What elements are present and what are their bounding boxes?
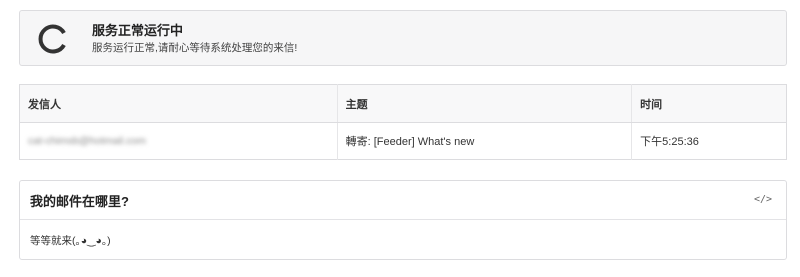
service-status-card: 服务正常运行中 服务运行正常,请耐心等待系统处理您的来信! <box>19 10 787 66</box>
faq-card: 我的邮件在哪里? </> 等等就来(｡◕‿◕｡) <box>19 180 787 260</box>
column-header-time[interactable]: 时间 <box>631 84 787 123</box>
status-subtitle: 服务运行正常,请耐心等待系统处理您的来信! <box>92 42 298 54</box>
table-row[interactable]: cat-chimsb@hotmail.com 轉寄: [Feeder] What… <box>19 122 787 160</box>
faq-title: 我的邮件在哪里? <box>30 194 129 209</box>
status-title: 服务正常运行中 <box>92 23 184 38</box>
cell-time: 下午5:25:36 <box>640 136 699 148</box>
faq-body: 等等就来(｡◕‿◕｡) <box>30 235 111 247</box>
code-icon[interactable]: </> <box>754 194 772 205</box>
table-header-row: 发信人 主题 时间 <box>19 84 787 123</box>
loading-spinner-icon <box>38 24 66 54</box>
cell-subject: 轉寄: [Feeder] What's new <box>337 122 633 160</box>
column-header-sender[interactable]: 发信人 <box>19 84 338 123</box>
column-header-subject[interactable]: 主题 <box>337 84 633 123</box>
cell-sender: cat-chimsb@hotmail.com <box>19 122 338 160</box>
faq-header: 我的邮件在哪里? </> <box>20 181 786 220</box>
sender-address: cat-chimsb@hotmail.com <box>28 135 147 147</box>
mail-table: 发信人 主题 时间 cat-chimsb@hotmail.com 轉寄: [Fe… <box>19 84 787 160</box>
